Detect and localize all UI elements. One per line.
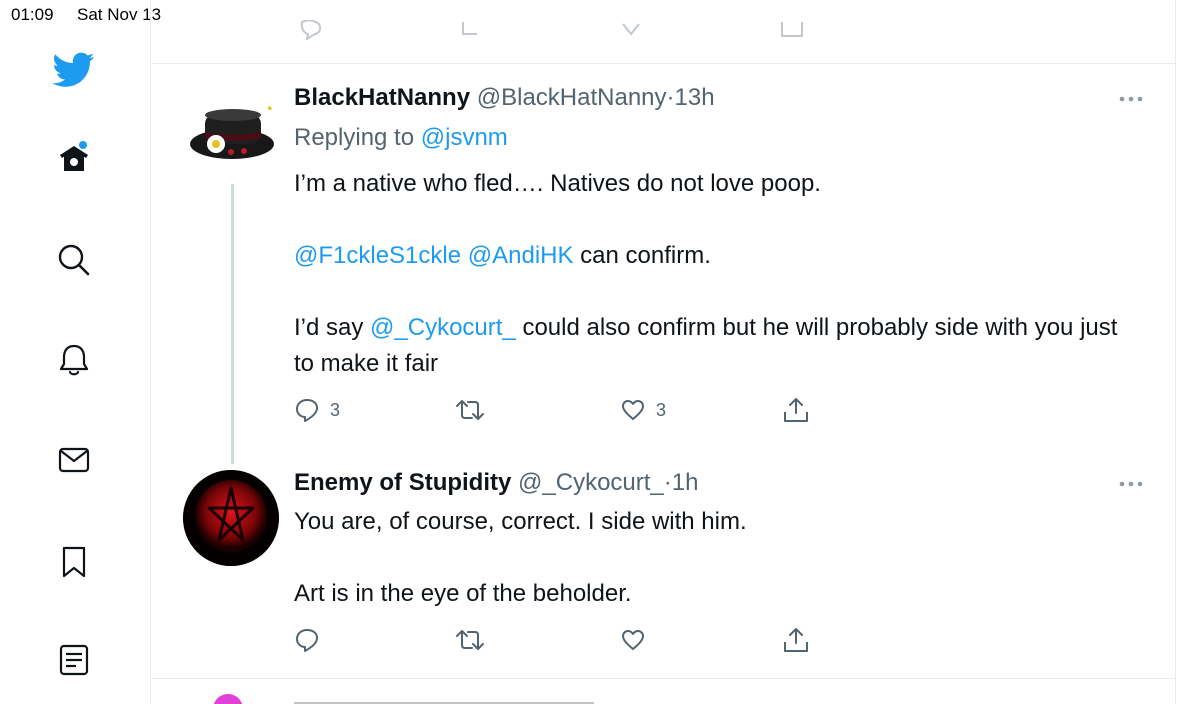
timestamp[interactable]: 13h [675,84,715,111]
display-name[interactable]: Enemy of Stupidity [294,469,511,496]
handle[interactable]: @BlackHatNanny [477,84,667,111]
share-icon [781,22,803,37]
mention-link[interactable]: @F1ckleS1ckle [294,242,461,269]
avatar[interactable] [213,694,243,704]
handle[interactable]: @_Cykocurt_ [518,469,664,496]
tweet-text-line: I’m a native who fled…. Natives do not l… [294,170,821,197]
reply-button[interactable] [294,625,320,655]
tweet-actions: 3 3 [294,395,834,425]
replying-to: Replying to @jsvnm [294,124,508,152]
tweet-body: You are, of course, correct. I side with… [294,504,1134,612]
tweet-enemy-of-stupidity[interactable]: Enemy of Stupidity @_Cykocurt_·1h You ar… [151,464,1175,678]
more-options-icon[interactable] [1117,92,1145,106]
lists-icon[interactable] [50,636,98,684]
avatar[interactable] [186,88,280,182]
tweet-text-line: can confirm. [573,242,711,269]
tweet-body: I’m a native who fled…. Natives do not l… [294,166,1134,382]
like-button[interactable] [620,625,646,655]
retweet-icon [456,630,484,650]
separator-dot: · [663,469,672,496]
notifications-bell-icon[interactable] [50,336,98,384]
bookmark-icon[interactable] [50,538,98,586]
thread-line [231,184,234,464]
reply-icon [296,629,318,652]
share-icon [784,628,808,652]
replying-to-label: Replying to [294,124,421,151]
replying-to-link[interactable]: @jsvnm [421,124,508,151]
tweet-actions [294,625,834,655]
retweet-button[interactable] [455,625,485,655]
previous-tweet-actions [261,0,851,40]
like-icon [622,23,640,36]
home-notification-dot [79,141,87,149]
divider [151,678,1175,679]
reply-button[interactable]: 3 [294,395,340,425]
sidebar-nav [0,0,150,704]
home-icon[interactable] [50,134,98,182]
share-button[interactable] [782,625,810,655]
tweet-text-line: Art is in the eye of the beholder. [294,580,632,607]
like-heart-icon [622,630,644,650]
share-icon [784,398,808,422]
tweet-text-line: You are, of course, correct. I side with… [294,508,747,535]
reply-icon [300,20,322,40]
timestamp[interactable]: 1h [672,469,699,496]
messages-mail-icon[interactable] [50,436,98,484]
reply-icon [296,399,318,422]
retweet-icon [456,400,484,420]
more-options-icon[interactable] [1117,477,1145,491]
separator-dot: · [666,84,675,111]
retweet-button[interactable] [455,395,485,425]
display-name[interactable]: BlackHatNanny [294,84,470,111]
mention-link[interactable]: @AndiHK [468,242,574,269]
tweet-header: BlackHatNanny @BlackHatNanny·13h [294,84,715,112]
retweet-icon [462,22,477,35]
tweet-header: Enemy of Stupidity @_Cykocurt_·1h [294,469,698,497]
share-button[interactable] [782,395,810,425]
twitter-logo-icon[interactable] [50,46,98,94]
like-button[interactable]: 3 [620,395,666,425]
tweet-text: I’d say [294,314,371,341]
timeline: BlackHatNanny @BlackHatNanny·13h Replyin… [150,0,1176,704]
tweet-blackhatnanny[interactable]: BlackHatNanny @BlackHatNanny·13h Replyin… [151,64,1175,464]
mention-link[interactable]: @_Cykocurt_ [370,314,516,341]
avatar[interactable] [183,470,279,566]
like-heart-icon [622,400,644,420]
next-tweet-header [294,702,594,704]
reply-count: 3 [330,399,341,420]
search-icon[interactable] [50,236,98,284]
like-count: 3 [656,399,667,420]
